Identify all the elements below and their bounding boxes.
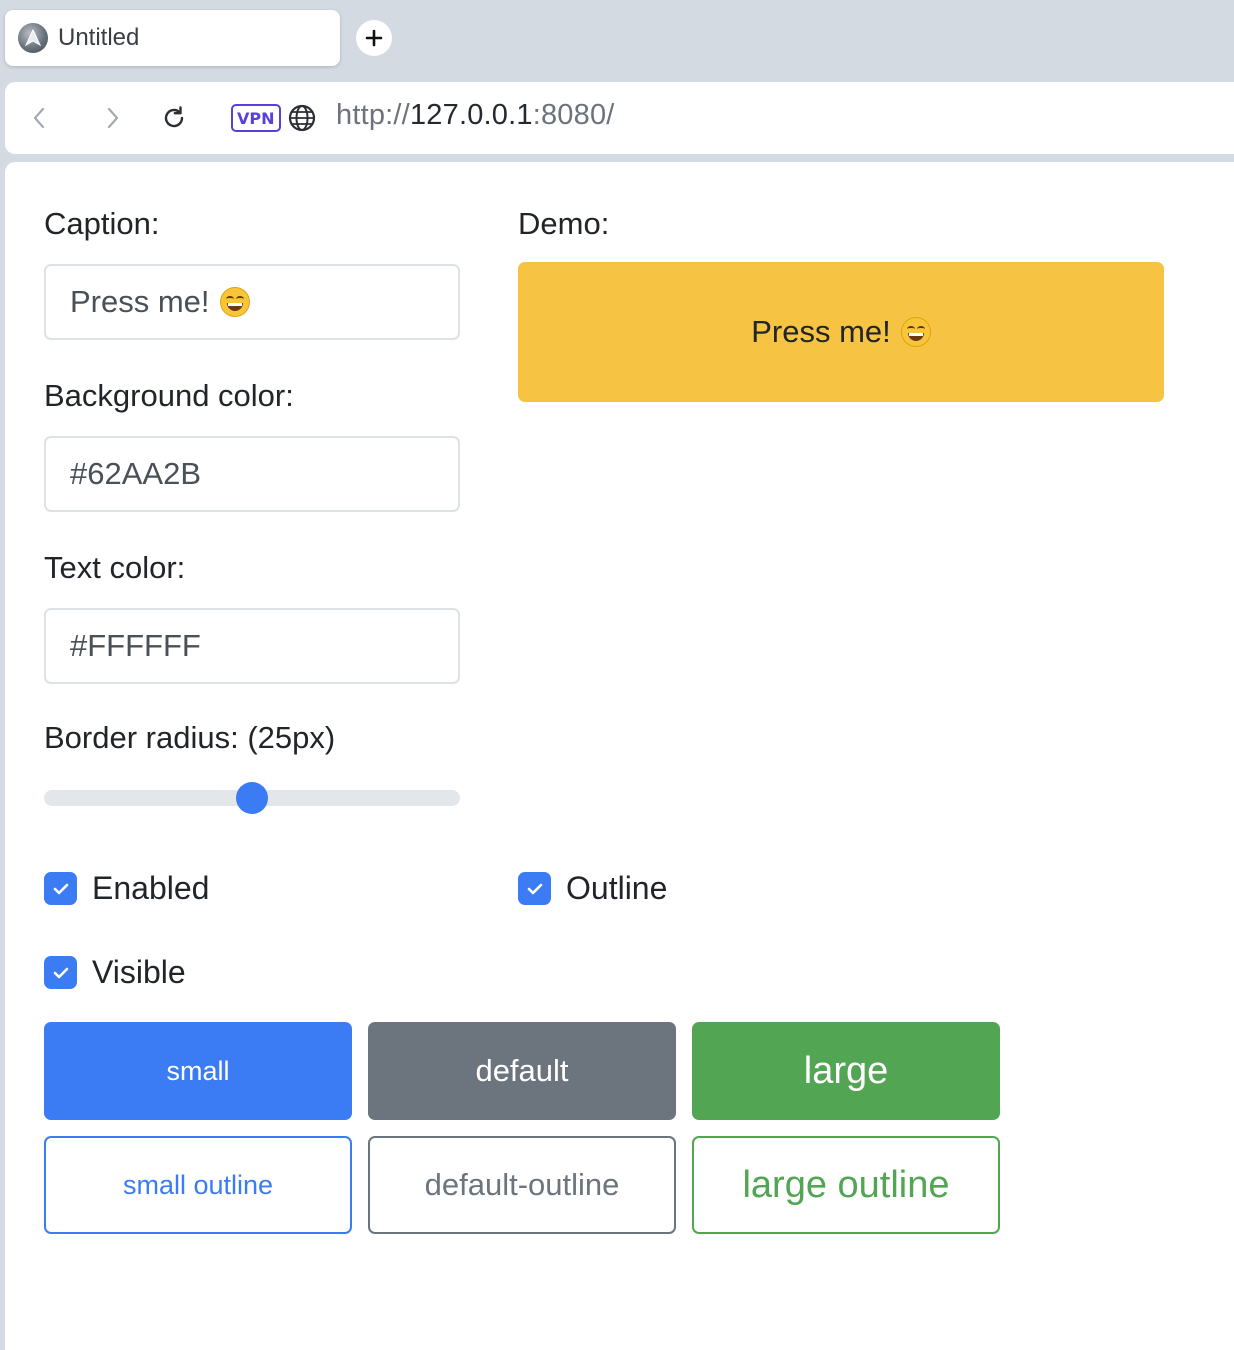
- caption-input[interactable]: Press me!: [44, 264, 460, 340]
- outline-label: Outline: [566, 870, 668, 906]
- caption-input-value: Press me!: [70, 284, 210, 319]
- check-icon: [527, 883, 542, 894]
- reload-button[interactable]: [156, 100, 192, 136]
- page-content: Caption: Press me! Background color: #62…: [5, 162, 1234, 1350]
- grinning-face-icon: [900, 317, 931, 347]
- enabled-label: Enabled: [92, 870, 210, 906]
- url-host: 127.0.0.1: [409, 99, 533, 131]
- new-tab-button[interactable]: [356, 20, 392, 56]
- large-outline-button[interactable]: large outline: [692, 1136, 1000, 1234]
- vpn-badge[interactable]: VPN: [231, 104, 281, 132]
- visible-label: Visible: [92, 954, 186, 990]
- check-icon: [53, 883, 68, 894]
- background-color-label: Background color:: [44, 378, 294, 413]
- demo-button-label: Press me!: [751, 314, 891, 349]
- small-outline-button[interactable]: small outline: [44, 1136, 352, 1234]
- check-icon: [53, 967, 68, 978]
- chevron-left-icon: [33, 107, 45, 129]
- default-outline-button[interactable]: default-outline: [368, 1136, 676, 1234]
- border-radius-slider-thumb[interactable]: [236, 782, 268, 814]
- back-button[interactable]: [21, 100, 57, 136]
- app-favicon-icon: [18, 23, 48, 53]
- plus-icon: [365, 29, 383, 47]
- text-color-input[interactable]: #FFFFFF: [44, 608, 460, 684]
- outline-checkbox[interactable]: [518, 872, 551, 905]
- visible-checkbox[interactable]: [44, 956, 77, 989]
- background-color-value: #62AA2B: [70, 456, 201, 491]
- enabled-checkbox[interactable]: [44, 872, 77, 905]
- grinning-face-icon: [219, 287, 250, 317]
- url-scheme: http://: [336, 99, 410, 131]
- forward-button[interactable]: [95, 100, 131, 136]
- demo-button[interactable]: Press me!: [518, 262, 1164, 402]
- large-button[interactable]: large: [692, 1022, 1000, 1120]
- default-button[interactable]: default: [368, 1022, 676, 1120]
- address-bar[interactable]: http://127.0.0.1:8080/: [336, 99, 615, 132]
- chevron-right-icon: [107, 107, 119, 129]
- caption-label: Caption:: [44, 206, 160, 241]
- text-color-value: #FFFFFF: [70, 628, 201, 663]
- browser-toolbar: VPN http://127.0.0.1:8080/: [5, 82, 1234, 154]
- browser-tab[interactable]: Untitled: [5, 10, 340, 66]
- background-color-input[interactable]: #62AA2B: [44, 436, 460, 512]
- url-port: :8080/: [532, 99, 615, 131]
- border-radius-label: Border radius: (25px): [44, 720, 336, 755]
- small-button[interactable]: small: [44, 1022, 352, 1120]
- reload-icon: [164, 106, 184, 128]
- tab-title: Untitled: [58, 24, 140, 51]
- demo-label: Demo:: [518, 206, 610, 241]
- globe-icon: [288, 104, 316, 132]
- text-color-label: Text color:: [44, 550, 186, 585]
